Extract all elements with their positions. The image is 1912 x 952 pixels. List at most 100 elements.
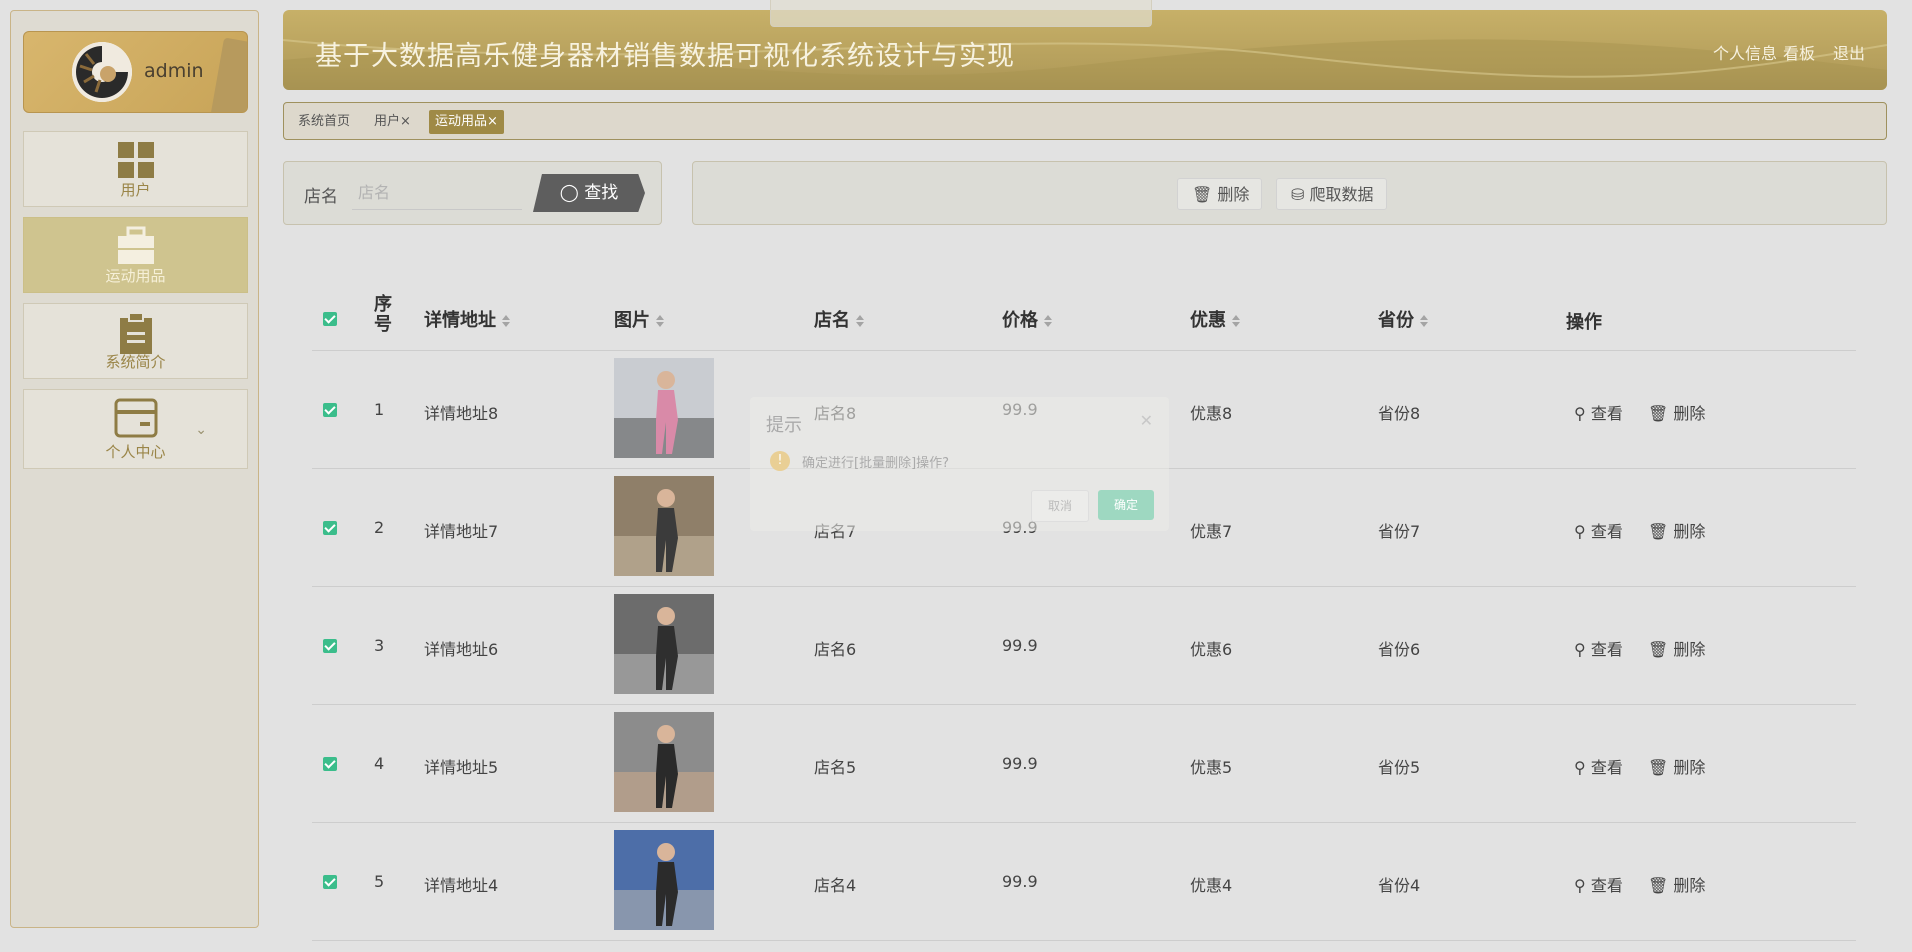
search-button-label: 查找 xyxy=(584,183,619,203)
sidebar-item-label: 系统简介 xyxy=(105,353,166,371)
product-image[interactable] xyxy=(614,830,714,930)
row-delete-button[interactable]: 🗑 删除 xyxy=(1648,636,1705,660)
row-address: 详情地址7 xyxy=(424,522,499,541)
close-icon[interactable]: ✕ xyxy=(1140,411,1153,430)
logout-link[interactable]: 退出 xyxy=(1833,40,1865,64)
tab-sports-goods[interactable]: 运动用品× xyxy=(429,110,504,134)
view-button[interactable]: ⚲ 查看 xyxy=(1574,400,1623,424)
row-province: 省份5 xyxy=(1378,758,1421,777)
row-province: 省份7 xyxy=(1378,522,1421,541)
close-icon[interactable]: × xyxy=(487,114,498,129)
search-label: 店名 xyxy=(304,187,338,207)
chevron-down-icon[interactable]: ⌄ xyxy=(195,422,207,438)
magnifier-icon: ⚲ xyxy=(1574,758,1591,777)
trash-icon: 🗑 xyxy=(1648,404,1674,423)
delete-label: 删除 xyxy=(1217,185,1250,204)
sort-icon[interactable] xyxy=(1420,315,1428,327)
col-address[interactable]: 详情地址 xyxy=(424,306,510,332)
sidebar-item-sports-goods[interactable]: 运动用品 xyxy=(23,217,248,293)
col-label: 省份 xyxy=(1378,310,1414,331)
sort-icon[interactable] xyxy=(502,315,510,327)
row-province: 省份8 xyxy=(1378,404,1421,423)
row-delete-button[interactable]: 🗑 删除 xyxy=(1648,754,1705,778)
sidebar-item-system-intro[interactable]: 系统简介 xyxy=(23,303,248,379)
row-delete-button[interactable]: 🗑 删除 xyxy=(1648,518,1705,542)
sort-icon[interactable] xyxy=(1232,315,1240,327)
briefcase-icon xyxy=(117,226,154,264)
warning-icon: ! xyxy=(770,451,790,471)
row-discount: 优惠7 xyxy=(1190,522,1233,541)
sort-icon[interactable] xyxy=(1044,315,1052,327)
product-image[interactable] xyxy=(614,476,714,576)
row-delete-button[interactable]: 🗑 删除 xyxy=(1648,872,1705,896)
tab-home[interactable]: 系统首页 xyxy=(292,110,356,134)
sidebar: admin 用户 运动用品 系统简介 ⌄ 个人中心 xyxy=(10,10,259,928)
tab-label: 运动用品 xyxy=(435,114,488,129)
product-image[interactable] xyxy=(614,712,714,812)
col-discount[interactable]: 优惠 xyxy=(1190,306,1240,332)
tab-users[interactable]: 用户× xyxy=(368,110,417,134)
row-province: 省份4 xyxy=(1378,876,1421,895)
magnifier-icon: ⚲ xyxy=(1574,404,1591,423)
close-icon[interactable]: × xyxy=(400,114,411,129)
tab-label: 系统首页 xyxy=(298,114,351,129)
view-button[interactable]: ⚲ 查看 xyxy=(1574,518,1623,542)
row-checkbox[interactable] xyxy=(323,639,337,653)
batch-delete-button[interactable]: 🗑 删除 xyxy=(1177,178,1263,210)
col-image[interactable]: 图片 xyxy=(614,306,664,332)
row-checkbox[interactable] xyxy=(323,403,337,417)
profile-link[interactable]: 个人信息 xyxy=(1713,40,1777,64)
product-image[interactable] xyxy=(614,358,714,458)
col-label: 优惠 xyxy=(1190,310,1226,331)
table-row: 5 详情地址4 店名4 99.9 优惠4 省份4 ⚲ 查看 🗑 删除 xyxy=(312,822,1856,941)
trash-icon: 🗑 xyxy=(1192,185,1213,204)
dashboard-link[interactable]: 看板 xyxy=(1783,40,1815,64)
col-shop[interactable]: 店名 xyxy=(814,306,864,332)
row-no: 2 xyxy=(374,518,385,537)
col-actions: 操作 xyxy=(1566,312,1602,333)
delete-label: 删除 xyxy=(1673,876,1706,895)
select-all-checkbox[interactable] xyxy=(323,312,337,326)
confirm-dialog: 提示 ✕ ! 确定进行[批量删除]操作? 取消 确定 xyxy=(750,397,1169,531)
row-checkbox[interactable] xyxy=(323,875,337,889)
row-no: 3 xyxy=(374,636,385,655)
col-label: 价格 xyxy=(1002,310,1038,331)
col-label: 店名 xyxy=(814,310,850,331)
data-table: 序号 详情地址 图片 店名 价格 优惠 省份 操作 1详情地址8店名899.9优… xyxy=(312,283,1856,952)
col-label: 详情地址 xyxy=(424,310,496,331)
sidebar-item-personal-center[interactable]: ⌄ 个人中心 xyxy=(23,389,248,469)
delete-label: 删除 xyxy=(1673,522,1706,541)
crawl-data-button[interactable]: ⛁ 爬取数据 xyxy=(1276,178,1387,210)
sidebar-item-users[interactable]: 用户 xyxy=(23,131,248,207)
row-price: 99.9 xyxy=(1002,754,1038,773)
search-icon: ◯ xyxy=(559,183,579,203)
trash-icon: 🗑 xyxy=(1648,522,1674,541)
row-delete-button[interactable]: 🗑 删除 xyxy=(1648,400,1705,424)
table-header: 序号 详情地址 图片 店名 价格 优惠 省份 操作 xyxy=(312,283,1856,351)
row-checkbox[interactable] xyxy=(323,521,337,535)
actions-panel: 🗑 删除 ⛁ 爬取数据 xyxy=(692,161,1887,225)
trash-icon: 🗑 xyxy=(1648,758,1674,777)
sort-icon[interactable] xyxy=(856,315,864,327)
row-shop: 店名6 xyxy=(814,640,857,659)
view-button[interactable]: ⚲ 查看 xyxy=(1574,636,1623,660)
sort-icon[interactable] xyxy=(656,315,664,327)
sidebar-item-label: 运动用品 xyxy=(105,267,166,285)
row-checkbox[interactable] xyxy=(323,757,337,771)
view-button[interactable]: ⚲ 查看 xyxy=(1574,872,1623,896)
col-province[interactable]: 省份 xyxy=(1378,306,1428,332)
dialog-cancel-button[interactable]: 取消 xyxy=(1031,490,1089,522)
search-button[interactable]: ◯ 查找 xyxy=(533,174,645,212)
search-input[interactable] xyxy=(352,176,522,210)
col-price[interactable]: 价格 xyxy=(1002,306,1052,332)
magnifier-icon: ⚲ xyxy=(1574,522,1591,541)
view-button[interactable]: ⚲ 查看 xyxy=(1574,754,1623,778)
username: admin xyxy=(144,60,204,82)
sidebar-item-label: 用户 xyxy=(120,181,151,199)
tab-label: 用户 xyxy=(374,114,401,129)
row-discount: 优惠4 xyxy=(1190,876,1233,895)
dialog-ok-button[interactable]: 确定 xyxy=(1098,490,1154,520)
product-image[interactable] xyxy=(614,594,714,694)
row-address: 详情地址4 xyxy=(424,876,499,895)
sidebar-item-label: 个人中心 xyxy=(105,443,166,461)
